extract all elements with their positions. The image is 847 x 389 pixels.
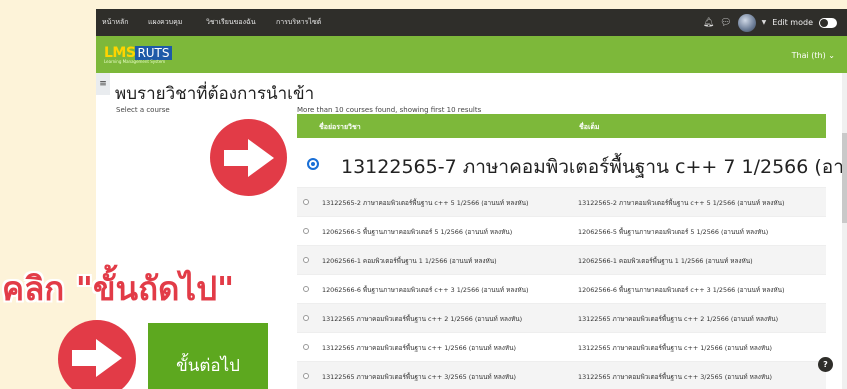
radio-button[interactable]	[303, 344, 309, 350]
table-row[interactable]: 13122565 ภาษาคอมพิวเตอร์พื้นฐาน c++ 3/25…	[297, 362, 826, 389]
table-row[interactable]: 12062566-5 พื้นฐานภาษาคอมพิวเตอร์ 5 1/25…	[297, 217, 826, 246]
results-note: More than 10 courses found, showing firs…	[297, 106, 482, 114]
chat-icon[interactable]: 💬︎	[720, 18, 731, 28]
cell-fullname: 13122565-2 ภาษาคอมพิวเตอร์พื้นฐาน c++ 5 …	[578, 199, 785, 207]
cell-shortname: 13122565 ภาษาคอมพิวเตอร์พื้นฐาน c++ 2 1/…	[322, 315, 523, 323]
nav-home[interactable]: หน้าหลัก	[102, 17, 128, 28]
cell-fullname: 12062566-5 พื้นฐานภาษาคอมพิวเตอร์ 5 1/25…	[578, 228, 769, 236]
selected-course-name: 13122565-7 ภาษาคอมพิวเตอร์พื้นฐาน c++ 7 …	[341, 156, 847, 178]
click-next-caption: คลิก "ขั้นถัดไป"	[2, 269, 235, 308]
radio-button[interactable]	[303, 228, 309, 234]
page-title: พบรายวิชาที่ต้องการนำเข้า	[115, 84, 315, 104]
cell-fullname: 12062566-6 พื้นฐานภาษาคอมพิวเตอร์ c++ 3 …	[578, 286, 785, 294]
select-course-label: Select a course	[116, 106, 170, 114]
course-table: ชื่อย่อรายวิชา ชื่อเต็ม 13122565-7 ภาษาค…	[297, 114, 847, 389]
arrow-annotation-top	[210, 119, 287, 196]
help-button[interactable]: ?	[818, 357, 833, 372]
page-scrollbar[interactable]	[842, 73, 847, 389]
table-row[interactable]: 12062566-6 พื้นฐานภาษาคอมพิวเตอร์ c++ 3 …	[297, 275, 826, 304]
table-header: ชื่อย่อรายวิชา ชื่อเต็ม	[297, 114, 826, 138]
edit-mode-label: Edit mode	[772, 18, 813, 27]
navbar-right-group: 🔔︎ 💬︎ ▼ Edit mode	[703, 13, 837, 32]
bell-icon[interactable]: 🔔︎	[703, 18, 714, 28]
arrow-annotation-bottom	[58, 320, 136, 389]
site-logo[interactable]: LMS RUTS Learning Management System	[104, 42, 172, 66]
cell-fullname: 13122565 ภาษาคอมพิวเตอร์พื้นฐาน c++ 3/25…	[578, 373, 772, 381]
table-row[interactable]: 12062566-1 คอมพิวเตอร์พื้นฐาน 1 1/2566 (…	[297, 246, 826, 275]
radio-button[interactable]	[303, 199, 309, 205]
site-header: LMS RUTS Learning Management System Thai …	[96, 36, 847, 73]
cell-shortname: 13122565-2 ภาษาคอมพิวเตอร์พื้นฐาน c++ 5 …	[322, 199, 529, 207]
course-rows: 13122565-2 ภาษาคอมพิวเตอร์พื้นฐาน c++ 5 …	[297, 188, 826, 389]
cell-shortname: 12062566-6 พื้นฐานภาษาคอมพิวเตอร์ c++ 3 …	[322, 286, 529, 294]
table-row[interactable]: 13122565 ภาษาคอมพิวเตอร์พื้นฐาน c++ 1/25…	[297, 333, 826, 362]
radio-button[interactable]	[303, 286, 309, 292]
next-step-button[interactable]: ขั้นต่อไป	[148, 323, 268, 389]
toggle-knob	[820, 18, 828, 27]
table-row[interactable]: 13122565-2 ภาษาคอมพิวเตอร์พื้นฐาน c++ 5 …	[297, 188, 826, 217]
table-row[interactable]: 13122565 ภาษาคอมพิวเตอร์พื้นฐาน c++ 2 1/…	[297, 304, 826, 333]
language-selector[interactable]: Thai (th) ⌄	[792, 51, 835, 60]
nav-site-admin[interactable]: การบริหารไซต์	[276, 17, 321, 28]
logo-ruts: RUTS	[135, 46, 172, 60]
avatar[interactable]	[737, 13, 756, 32]
column-header-fullname[interactable]: ชื่อเต็ม	[579, 122, 600, 133]
cell-shortname: 13122565 ภาษาคอมพิวเตอร์พื้นฐาน c++ 3/25…	[322, 373, 516, 381]
nav-dashboard[interactable]: แผงควบคุม	[148, 17, 182, 28]
right-arrow-icon	[72, 339, 122, 377]
top-navbar: หน้าหลัก แผงควบคุม วิชาเรียนของฉัน การบร…	[96, 9, 847, 36]
chevron-down-icon[interactable]: ▼	[762, 19, 767, 26]
cell-fullname: 13122565 ภาษาคอมพิวเตอร์พื้นฐาน c++ 2 1/…	[578, 315, 779, 323]
cell-shortname: 12062566-5 พื้นฐานภาษาคอมพิวเตอร์ 5 1/25…	[322, 228, 513, 236]
scrollbar-thumb[interactable]	[842, 133, 847, 223]
selected-course-row[interactable]: 13122565-7 ภาษาคอมพิวเตอร์พื้นฐาน c++ 7 …	[297, 138, 847, 188]
radio-button[interactable]	[303, 373, 309, 379]
cell-fullname: 13122565 ภาษาคอมพิวเตอร์พื้นฐาน c++ 1/25…	[578, 344, 772, 352]
cell-shortname: 13122565 ภาษาคอมพิวเตอร์พื้นฐาน c++ 1/25…	[322, 344, 516, 352]
radio-button[interactable]	[303, 315, 309, 321]
logo-subtitle: Learning Management System	[104, 59, 166, 64]
radio-selected[interactable]	[307, 158, 319, 170]
nav-my-courses[interactable]: วิชาเรียนของฉัน	[206, 17, 256, 28]
cell-fullname: 12062566-1 คอมพิวเตอร์พื้นฐาน 1 1/2566 (…	[578, 257, 753, 265]
radio-button[interactable]	[303, 257, 309, 263]
right-arrow-icon	[224, 139, 274, 177]
cell-shortname: 12062566-1 คอมพิวเตอร์พื้นฐาน 1 1/2566 (…	[322, 257, 497, 265]
edit-mode-toggle[interactable]	[819, 17, 837, 28]
drawer-menu-icon[interactable]: ≡	[96, 73, 110, 95]
column-header-shortname[interactable]: ชื่อย่อรายวิชา	[319, 122, 361, 133]
